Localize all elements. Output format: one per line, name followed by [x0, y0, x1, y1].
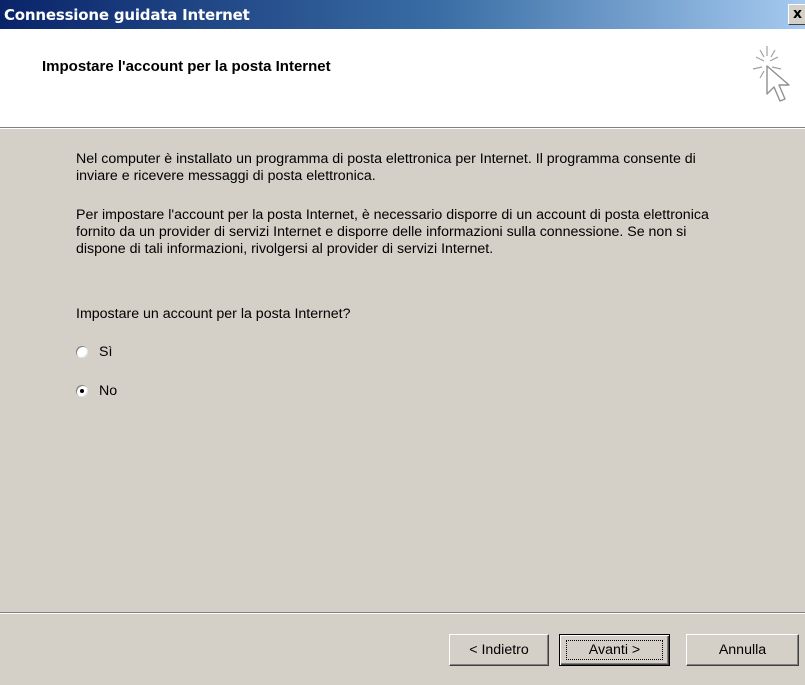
back-button[interactable]: < Indietro	[449, 634, 549, 666]
next-button-label: Avanti >	[566, 640, 663, 660]
radio-label-si[interactable]: Sì	[99, 344, 112, 360]
page-title: Impostare l'account per la posta Interne…	[42, 58, 331, 75]
intro-paragraph: Nel computer è installato un programma d…	[76, 151, 696, 184]
title-bar[interactable]: Connessione guidata Internet x	[0, 0, 805, 29]
wizard-header: Impostare l'account per la posta Interne…	[0, 29, 805, 128]
radio-button-selected[interactable]	[76, 385, 88, 397]
next-button[interactable]: Avanti >	[559, 634, 670, 666]
header-divider-highlight	[0, 128, 805, 129]
requirements-paragraph: Per impostare l'account per la posta Int…	[76, 207, 709, 257]
radio-dot	[80, 389, 84, 393]
cancel-button[interactable]: Annulla	[686, 634, 799, 666]
close-button[interactable]: x	[788, 4, 805, 25]
radio-label-no[interactable]: No	[99, 383, 117, 399]
setup-question: Impostare un account per la posta Intern…	[76, 306, 351, 322]
wizard-window: Connessione guidata Internet x Impostare…	[0, 0, 805, 685]
footer-divider-highlight	[0, 613, 805, 614]
radio-button-unselected[interactable]	[76, 346, 88, 358]
wizard-cursor-sparkle-icon	[752, 46, 790, 102]
window-title: Connessione guidata Internet	[4, 6, 250, 24]
